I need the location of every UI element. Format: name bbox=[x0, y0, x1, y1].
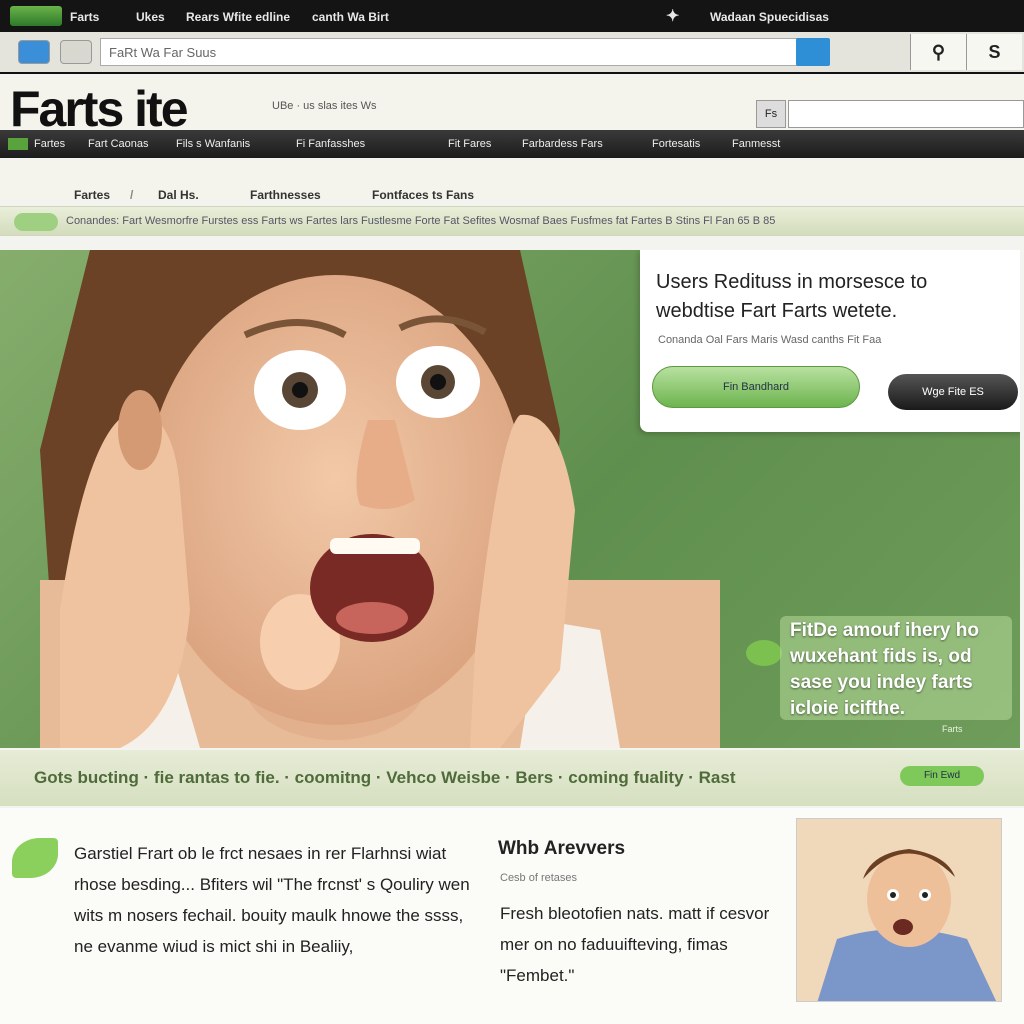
nav-item[interactable]: Fanmesst bbox=[732, 138, 780, 150]
sparkle-icon: ✦ bbox=[666, 8, 680, 25]
ribbon-button[interactable]: Fin Ewd bbox=[900, 766, 984, 786]
camera-icon[interactable] bbox=[60, 40, 92, 64]
settings-icon[interactable]: S bbox=[966, 34, 1022, 70]
reviews-text: Fresh bleotofien nats. matt if cesvor me… bbox=[500, 904, 770, 985]
ticker-text: Conandes: Fart Wesmorfre Furstes ess Far… bbox=[66, 215, 776, 227]
quote-leaf-icon bbox=[746, 640, 782, 666]
hero-card: Users Redituss in morsesce to webdtise F… bbox=[640, 250, 1020, 432]
back-icon[interactable] bbox=[18, 40, 50, 64]
nav-item[interactable]: Fit Fares bbox=[448, 138, 491, 150]
reviews-heading: Whb Arevvers bbox=[498, 838, 626, 859]
site-header: Farts ite UBe · us slas ites Ws Fs bbox=[0, 76, 1024, 137]
nav-item[interactable]: Fortesatis bbox=[652, 138, 700, 150]
nav-item[interactable]: Fartes bbox=[34, 138, 65, 150]
menu-item-1[interactable]: Ukes bbox=[136, 10, 165, 24]
search-icon[interactable]: ⚲ bbox=[910, 34, 966, 70]
url-input[interactable]: FaRt Wa Far Suus bbox=[100, 38, 800, 66]
main-nav: Fartes Fart Caonas Fils s Wanfanis Fi Fa… bbox=[0, 130, 1024, 158]
browser-titlebar: Farts Ukes Rears Wfite edline canth Wa B… bbox=[0, 0, 1024, 32]
intro-paragraph: Garstiel Frart ob le frct nesaes in rer … bbox=[74, 844, 470, 956]
ribbon-text: Gots bucting · fie rantas to fie. · coom… bbox=[34, 768, 736, 787]
address-bar: FaRt Wa Far Suus ⚲ S bbox=[0, 32, 1024, 74]
app-name: Farts bbox=[70, 10, 100, 24]
nav-item[interactable]: Farbardess Fars bbox=[522, 138, 603, 150]
header-search-input[interactable] bbox=[788, 100, 1024, 128]
nav-item[interactable]: Fart Caonas bbox=[88, 138, 149, 150]
nav-item[interactable]: Fils s Wanfanis bbox=[176, 138, 250, 150]
reviews-subheading: Cesb of retases bbox=[500, 872, 578, 884]
reviewer-photo[interactable] bbox=[796, 818, 1002, 1002]
quote-attribution: Farts bbox=[942, 724, 963, 734]
reviewer-image bbox=[797, 819, 1001, 1001]
content-section: Garstiel Frart ob le frct nesaes in rer … bbox=[0, 808, 1024, 1024]
ticker-icon bbox=[14, 213, 58, 231]
news-ticker: Conandes: Fart Wesmorfre Furstes ess Far… bbox=[0, 206, 1024, 236]
breadcrumb-item[interactable]: Dal Hs. bbox=[158, 188, 199, 202]
breadcrumb-separator: / bbox=[130, 188, 134, 202]
breadcrumb-item[interactable]: Fontfaces ts Fans bbox=[372, 188, 474, 202]
breadcrumb: Fartes / Dal Hs. Farthnesses Fontfaces t… bbox=[0, 160, 1024, 202]
hero-photo bbox=[40, 250, 720, 748]
site-logo-icon bbox=[10, 6, 62, 26]
menu-item-3[interactable]: canth Wa Birt bbox=[312, 10, 389, 24]
nav-item[interactable]: Fi Fanfasshes bbox=[296, 138, 365, 150]
hero-subtitle: Conanda Oal Fars Maris Wasd canths Fit F… bbox=[658, 334, 882, 346]
hero-banner: Users Redituss in morsesce to webdtise F… bbox=[0, 250, 1020, 748]
header-search-button[interactable]: Fs bbox=[756, 100, 786, 128]
breadcrumb-item[interactable]: Fartes bbox=[74, 188, 110, 202]
menu-item-2[interactable]: Rears Wfite edline bbox=[186, 10, 290, 24]
menu-item-4[interactable]: Wadaan Spuecidisas bbox=[710, 10, 829, 24]
hero-quote: FitDe amouf ihery ho wuxehant fids is, o… bbox=[780, 616, 1012, 720]
leaf-icon bbox=[12, 838, 58, 878]
go-button[interactable] bbox=[796, 38, 830, 66]
feature-ribbon: Gots bucting · fie rantas to fie. · coom… bbox=[0, 750, 1024, 806]
breadcrumb-item[interactable]: Farthnesses bbox=[250, 188, 321, 202]
secondary-cta-button[interactable]: Wge Fite ES bbox=[888, 374, 1018, 410]
nav-leaf-icon bbox=[8, 138, 28, 150]
hero-title: Users Redituss in morsesce to webdtise F… bbox=[656, 271, 928, 322]
primary-cta-button[interactable]: Fin Bandhard bbox=[652, 366, 860, 408]
site-tagline: UBe · us slas ites Ws bbox=[272, 100, 377, 112]
